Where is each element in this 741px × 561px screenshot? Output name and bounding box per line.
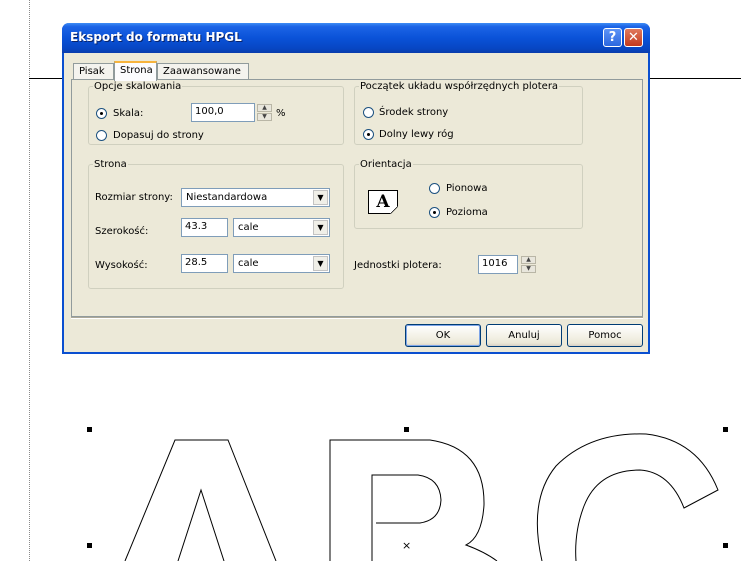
landscape-label: Pozioma: [446, 207, 488, 218]
portrait-label: Pionowa: [446, 183, 488, 194]
width-unit-value: cale: [238, 222, 259, 233]
chevron-down-icon[interactable]: ▼: [313, 256, 328, 271]
bottom-left-corner-radio[interactable]: [363, 129, 374, 140]
letter-a-outline: [124, 439, 277, 561]
page-legend: Strona: [94, 159, 127, 170]
portrait-radio[interactable]: [429, 183, 440, 194]
height-input[interactable]: 28.5: [181, 254, 228, 273]
orientation-legend: Orientacja: [360, 159, 412, 170]
selection-handle-middle-right[interactable]: [723, 543, 728, 548]
letter-b-outline: [329, 439, 498, 561]
letter-a-counter: [177, 488, 225, 561]
close-icon[interactable]: ✕: [624, 28, 643, 47]
selection-handle-top-right[interactable]: [723, 427, 728, 432]
spinner-up-icon[interactable]: ▲: [257, 104, 272, 112]
letter-c-outline: [536, 433, 719, 561]
height-label: Wysokość:: [95, 260, 148, 271]
ok-button[interactable]: OK: [405, 324, 481, 347]
tab-zaawansowane[interactable]: Zaawansowane: [157, 63, 249, 80]
scale-input[interactable]: 100,0: [191, 103, 255, 122]
help-button[interactable]: Pomoc: [567, 324, 643, 347]
scaling-options-legend: Opcje skalowania: [94, 81, 182, 92]
bottom-left-corner-label: Dolny lewy róg: [379, 129, 454, 140]
fit-to-page-radio[interactable]: [96, 130, 107, 141]
spinner-down-icon[interactable]: ▼: [257, 113, 272, 121]
scale-label: Skala:: [113, 108, 144, 119]
plotter-units-spinner[interactable]: ▲ ▼: [521, 256, 536, 273]
chevron-down-icon[interactable]: ▼: [313, 220, 328, 235]
fit-to-page-label: Dopasuj do strony: [113, 130, 204, 141]
help-icon[interactable]: ?: [603, 28, 622, 47]
dialog-title: Eksport do formatu HPGL: [70, 30, 242, 44]
page-size-value: Niestandardowa: [186, 192, 268, 203]
page-orientation-icon: A: [368, 190, 398, 214]
plotter-units-label: Jednostki plotera:: [354, 260, 442, 271]
width-label: Szerokość:: [95, 226, 149, 237]
scale-spinner[interactable]: ▲ ▼: [257, 104, 272, 121]
selection-handle-middle-left[interactable]: [87, 543, 92, 548]
hpgl-export-dialog: Eksport do formatu HPGL ? ✕ Pisak Strona…: [62, 23, 650, 354]
scale-radio[interactable]: [96, 108, 107, 119]
tab-pisak[interactable]: Pisak: [73, 63, 114, 80]
dialog-titlebar[interactable]: Eksport do formatu HPGL ? ✕: [62, 23, 650, 53]
width-input[interactable]: 43.3: [181, 218, 228, 237]
selection-handle-top-middle[interactable]: [404, 427, 409, 432]
landscape-radio[interactable]: [429, 207, 440, 218]
plotter-origin-legend: Początek układu współrzędnych plotera: [360, 81, 559, 92]
page-size-label: Rozmiar strony:: [95, 192, 173, 203]
page-center-label: Środek strony: [379, 107, 449, 118]
tab-panel-strona: Opcje skalowania Skala: 100,0 ▲ ▼ % Dopa…: [71, 79, 643, 317]
scale-percent-unit: %: [276, 108, 286, 119]
plotter-units-input[interactable]: 1016: [478, 255, 518, 274]
page-size-select[interactable]: Niestandardowa ▼: [181, 188, 330, 207]
selection-handle-top-left[interactable]: [87, 427, 92, 432]
page-center-radio[interactable]: [363, 107, 374, 118]
spinner-up-icon[interactable]: ▲: [521, 256, 536, 264]
cancel-button[interactable]: Anuluj: [486, 324, 562, 347]
button-separator: [71, 317, 643, 319]
selection-center-marker[interactable]: ×: [402, 540, 411, 551]
spinner-down-icon[interactable]: ▼: [521, 265, 536, 273]
tab-strona[interactable]: Strona: [114, 61, 157, 81]
height-unit-select[interactable]: cale ▼: [233, 254, 330, 273]
chevron-down-icon[interactable]: ▼: [313, 190, 328, 205]
height-unit-value: cale: [238, 258, 259, 269]
width-unit-select[interactable]: cale ▼: [233, 218, 330, 237]
